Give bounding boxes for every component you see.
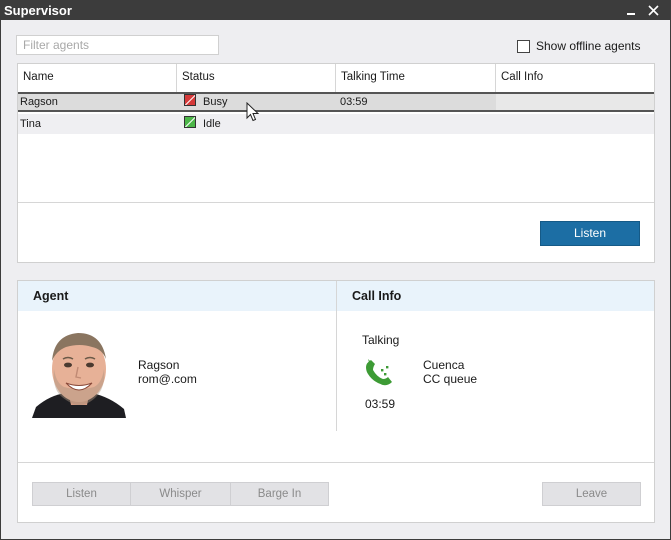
window-title: Supervisor bbox=[4, 3, 72, 18]
minimize-icon[interactable] bbox=[625, 4, 637, 17]
call-info-cell bbox=[496, 114, 498, 134]
talking-time-cell bbox=[338, 114, 340, 134]
queue-name: CC queue bbox=[423, 372, 478, 386]
busy-status-icon bbox=[184, 94, 196, 106]
agent-row[interactable]: Ragson Busy 03:59 bbox=[18, 92, 654, 112]
agent-avatar bbox=[32, 325, 126, 418]
agent-status-text: Busy bbox=[203, 96, 228, 108]
idle-status-icon bbox=[184, 116, 196, 128]
grid-header: Name Status Talking Time Call Info bbox=[18, 64, 654, 93]
call-info-cell bbox=[496, 94, 654, 110]
mouse-pointer-icon bbox=[246, 102, 260, 122]
listen-button[interactable]: Listen bbox=[540, 221, 640, 246]
close-icon[interactable] bbox=[645, 1, 661, 20]
whisper-button[interactable]: Whisper bbox=[130, 482, 231, 506]
supervisor-window: Supervisor Show offline agents Name Stat… bbox=[0, 0, 671, 540]
agent-name-cell: Ragson bbox=[20, 96, 58, 108]
agent-name: Ragson bbox=[138, 358, 180, 372]
column-header-status[interactable]: Status bbox=[177, 64, 336, 92]
show-offline-checkbox[interactable] bbox=[517, 40, 530, 53]
agent-status-cell: Idle bbox=[182, 114, 221, 134]
title-bar: Supervisor bbox=[1, 1, 670, 20]
caller-name: Cuenca bbox=[423, 358, 465, 372]
column-header-call-info[interactable]: Call Info bbox=[496, 64, 654, 92]
talking-time-cell: 03:59 bbox=[340, 96, 368, 108]
phone-active-icon bbox=[366, 359, 392, 386]
agent-row[interactable]: Tina Idle bbox=[18, 114, 654, 134]
agent-status-cell: Busy bbox=[182, 94, 227, 110]
leave-button[interactable]: Leave bbox=[542, 482, 641, 506]
call-state: Talking bbox=[362, 333, 400, 347]
call-info-section-header: Call Info bbox=[337, 281, 654, 311]
detail-panel: Agent Call Info Ragson rom@.com Talking bbox=[17, 280, 655, 523]
agent-section-header: Agent bbox=[18, 281, 336, 311]
actions-divider bbox=[18, 462, 654, 463]
section-divider bbox=[336, 281, 337, 431]
grid-divider bbox=[18, 202, 654, 203]
agent-email: rom@.com bbox=[138, 372, 197, 386]
call-duration: 03:59 bbox=[365, 397, 396, 411]
column-header-talking-time[interactable]: Talking Time bbox=[336, 64, 496, 92]
agent-status-text: Idle bbox=[203, 118, 221, 130]
filter-agents-input[interactable] bbox=[16, 35, 219, 55]
show-offline-label: Show offline agents bbox=[536, 39, 641, 53]
column-header-name[interactable]: Name bbox=[18, 64, 177, 92]
listen-action-button[interactable]: Listen bbox=[32, 482, 131, 506]
barge-in-button[interactable]: Barge In bbox=[230, 482, 329, 506]
agent-name-cell: Tina bbox=[20, 118, 41, 130]
